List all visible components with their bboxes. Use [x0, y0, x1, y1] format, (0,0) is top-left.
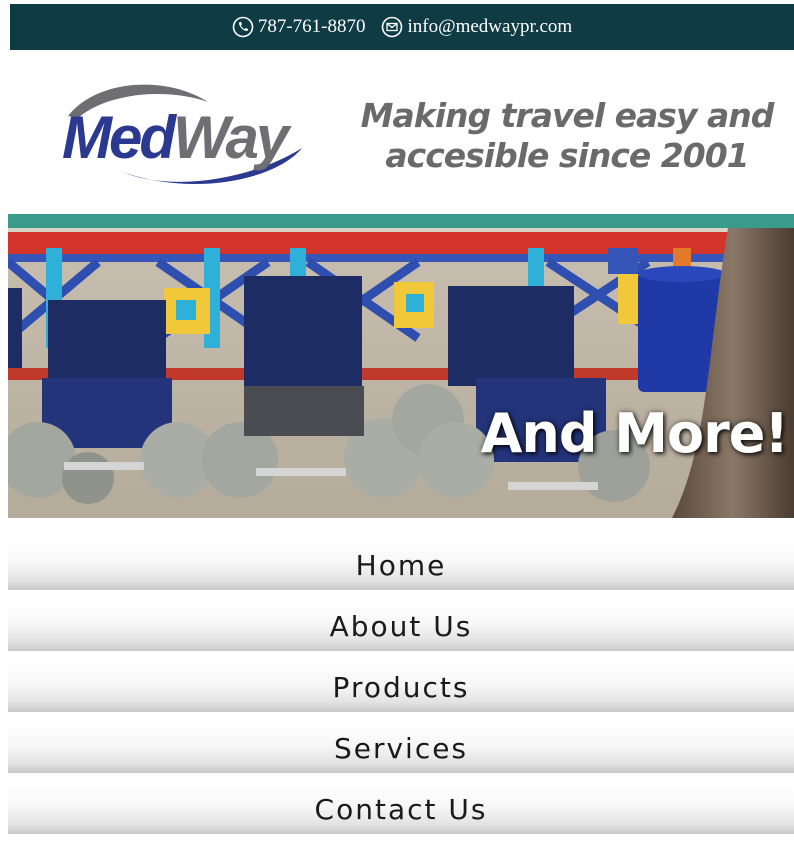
medway-logo[interactable]: MedWay: [58, 78, 308, 188]
main-nav: Home About Us Products Services Contact …: [8, 540, 794, 845]
site-header: MedWay Making travel easy and accesible …: [0, 52, 794, 214]
logo-wordmark: MedWay: [62, 104, 289, 171]
nav-products[interactable]: Products: [8, 662, 794, 712]
nav-services[interactable]: Services: [8, 723, 794, 773]
hero-banner: And More!: [8, 228, 794, 518]
tagline-line-2: accesible since 2001: [385, 136, 749, 175]
phone-contact[interactable]: 787-761-8870: [232, 16, 366, 38]
banner-caption: And More!: [480, 402, 789, 465]
tagline: Making travel easy and accesible since 2…: [352, 96, 782, 176]
email-contact[interactable]: info@medwaypr.com: [381, 16, 572, 38]
header-divider: [8, 214, 794, 228]
contact-bar: 787-761-8870 info@medwaypr.com: [10, 4, 794, 50]
nav-contact-us[interactable]: Contact Us: [8, 784, 794, 834]
nav-home[interactable]: Home: [8, 540, 794, 590]
email-icon: [381, 16, 403, 38]
phone-icon: [232, 16, 254, 38]
tagline-line-1: Making travel easy and: [360, 96, 775, 135]
phone-number[interactable]: 787-761-8870: [258, 16, 366, 38]
email-address[interactable]: info@medwaypr.com: [407, 16, 572, 38]
beach-wheelchairs-photo: [8, 228, 794, 518]
nav-about-us[interactable]: About Us: [8, 601, 794, 651]
